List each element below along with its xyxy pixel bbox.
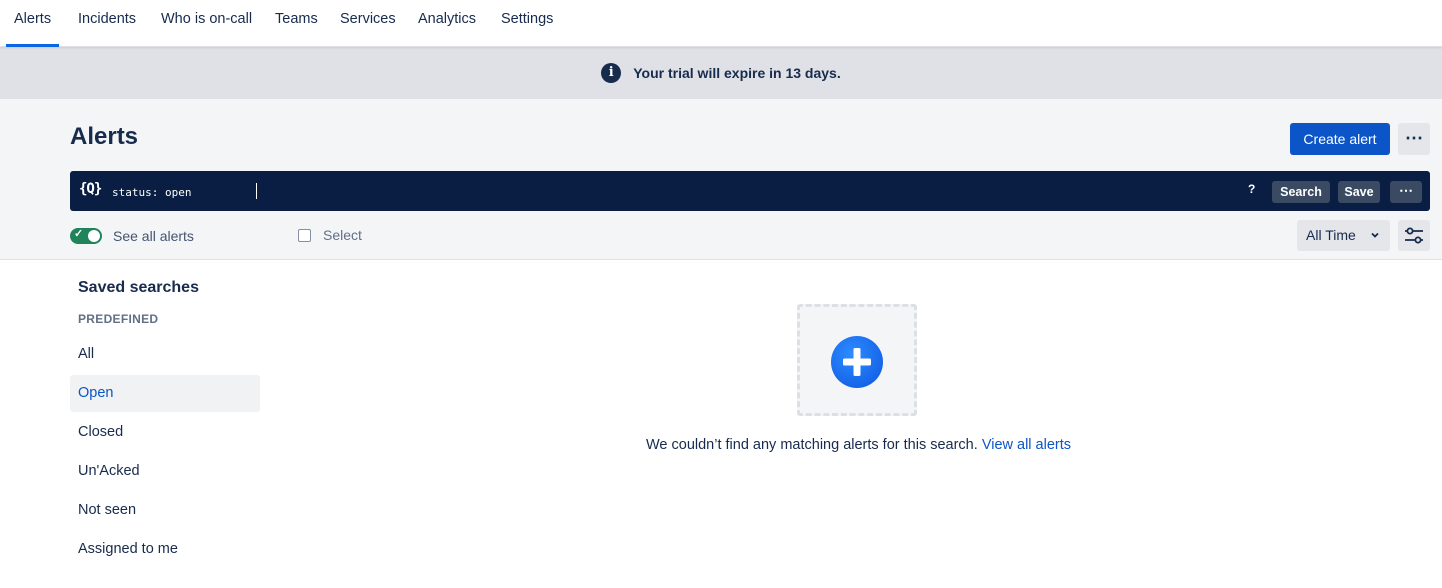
search-input[interactable] bbox=[112, 183, 1212, 201]
saved-search-open[interactable]: Open bbox=[70, 375, 260, 412]
tab-services[interactable]: Services bbox=[340, 0, 396, 47]
info-icon: i bbox=[601, 63, 622, 83]
search-more-button[interactable]: ⋯ bbox=[1390, 181, 1422, 203]
tab-incidents[interactable]: Incidents bbox=[78, 0, 136, 47]
empty-state-illustration bbox=[797, 304, 917, 416]
search-button[interactable]: Search bbox=[1272, 181, 1330, 203]
more-options-button[interactable]: ⋯ bbox=[1398, 123, 1430, 155]
view-all-alerts-link[interactable]: View all alerts bbox=[982, 437, 1071, 453]
tab-settings[interactable]: Settings bbox=[501, 0, 553, 47]
no-results-text: We couldn’t find any matching alerts for… bbox=[646, 437, 978, 453]
text-cursor bbox=[256, 183, 257, 199]
saved-search-unacked[interactable]: Un'Acked bbox=[70, 453, 260, 490]
chevron-down-icon bbox=[1370, 220, 1380, 251]
trial-banner: i Your trial will expire in 13 days. bbox=[0, 47, 1442, 99]
save-search-button[interactable]: Save bbox=[1338, 181, 1380, 203]
time-range-dropdown[interactable]: All Time bbox=[1297, 220, 1390, 251]
check-icon: ✓ bbox=[74, 228, 84, 240]
saved-search-not-seen[interactable]: Not seen bbox=[70, 492, 260, 529]
tab-who-is-on-call[interactable]: Who is on-call bbox=[161, 0, 252, 47]
sliders-icon bbox=[1405, 227, 1423, 244]
saved-search-all[interactable]: All bbox=[70, 336, 260, 373]
predefined-heading: PREDEFINED bbox=[78, 312, 159, 326]
help-button[interactable]: ? bbox=[1248, 182, 1255, 196]
tab-teams[interactable]: Teams bbox=[275, 0, 318, 47]
query-language-icon: {Q} bbox=[79, 181, 102, 197]
empty-state-message: We couldn’t find any matching alerts for… bbox=[646, 437, 1071, 453]
select-all-checkbox[interactable] bbox=[298, 229, 311, 242]
top-nav: Alerts Incidents Who is on-call Teams Se… bbox=[0, 0, 1442, 47]
see-all-alerts-label: See all alerts bbox=[113, 228, 194, 244]
time-range-value: All Time bbox=[1306, 227, 1356, 243]
tab-alerts[interactable]: Alerts bbox=[5, 0, 60, 47]
create-alert-button[interactable]: Create alert bbox=[1290, 123, 1390, 155]
tab-analytics[interactable]: Analytics bbox=[418, 0, 476, 47]
filter-settings-button[interactable] bbox=[1398, 220, 1430, 251]
alerts-header: Alerts Create alert ⋯ {Q} ? Search Save … bbox=[0, 99, 1442, 260]
search-bar: {Q} ? Search Save ⋯ bbox=[70, 171, 1430, 211]
toggle-knob bbox=[88, 230, 100, 242]
saved-search-closed[interactable]: Closed bbox=[70, 414, 260, 451]
trial-message: Your trial will expire in 13 days. bbox=[633, 65, 841, 81]
saved-searches-title: Saved searches bbox=[78, 279, 199, 296]
add-circle-icon bbox=[831, 336, 883, 388]
see-all-alerts-toggle[interactable]: ✓ bbox=[70, 228, 102, 244]
saved-search-assigned-to-me[interactable]: Assigned to me bbox=[70, 531, 260, 568]
page-title: Alerts bbox=[70, 123, 139, 150]
select-label: Select bbox=[323, 227, 362, 243]
